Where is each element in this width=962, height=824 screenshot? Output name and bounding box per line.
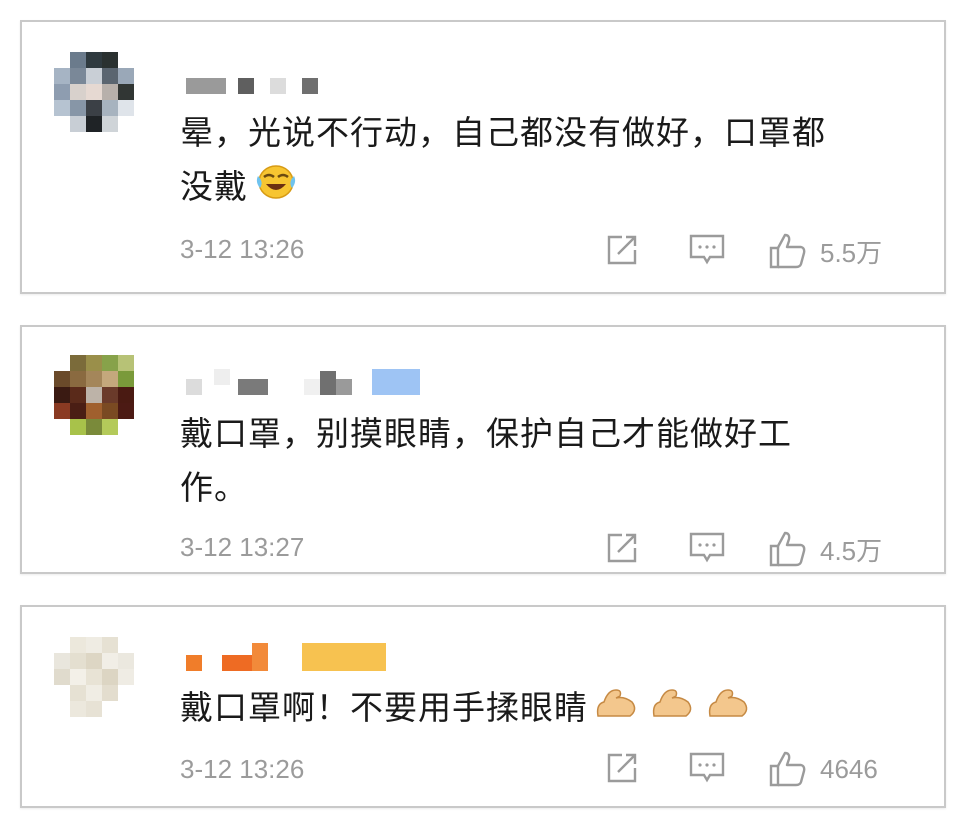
share-button[interactable] (604, 530, 640, 566)
comment-line-2-text: 没戴 (180, 167, 248, 206)
timestamp: 3-12 13:27 (180, 532, 305, 562)
action-bar: 5.5万 (604, 232, 914, 272)
comment-card-3: 戴口罩啊！不要用手揉眼睛 3-12 13:26 4646 (20, 605, 946, 808)
share-icon (607, 753, 637, 783)
comment-line-2: 没戴 (180, 160, 904, 217)
timestamp: 3-12 13:26 (180, 234, 305, 264)
like-button[interactable]: 5.5万 (768, 232, 882, 270)
like-count: 5.5万 (820, 237, 883, 268)
like-button[interactable]: 4.5万 (768, 530, 882, 568)
comment-button[interactable] (688, 750, 726, 786)
action-bar: 4.5万 (604, 530, 914, 570)
comment-icon (689, 752, 725, 783)
action-bar: 4646 (604, 750, 914, 790)
comment-line-1: 晕，光说不行动，自己都没有做好，口罩都 (180, 113, 826, 152)
share-button[interactable] (604, 232, 640, 268)
comment-line-1: 戴口罩，别摸眼睛，保护自己才能做好工 (180, 414, 792, 453)
comment-card-1: 晕，光说不行动，自己都没有做好，口罩都 没戴 3-12 13:26 5.5万 (20, 20, 946, 294)
comment-icon (689, 532, 725, 563)
share-icon (607, 533, 637, 563)
comment-line-1: 戴口罩啊！不要用手揉眼睛 (180, 688, 588, 727)
thumbs-up-icon (769, 531, 806, 567)
like-button[interactable]: 4646 (768, 750, 878, 788)
flexed-biceps-emoji (594, 682, 758, 738)
like-count: 4.5万 (820, 535, 883, 566)
avatar[interactable] (54, 52, 134, 132)
laughing-crying-emoji (254, 161, 298, 217)
share-icon (607, 235, 637, 265)
comment-card-2: 戴口罩，别摸眼睛，保护自己才能做好工 作。 3-12 13:27 4.5万 (20, 325, 946, 574)
comment-text: 戴口罩啊！不要用手揉眼睛 (180, 681, 904, 738)
comment-text: 戴口罩，别摸眼睛，保护自己才能做好工 作。 (180, 407, 904, 515)
comment-text: 晕，光说不行动，自己都没有做好，口罩都 没戴 (180, 106, 904, 217)
timestamp: 3-12 13:26 (180, 754, 305, 784)
comment-icon (689, 234, 725, 265)
like-count: 4646 (820, 753, 878, 784)
avatar[interactable] (54, 355, 134, 435)
comment-button[interactable] (688, 530, 726, 566)
thumbs-up-icon (769, 233, 806, 269)
share-button[interactable] (604, 750, 640, 786)
comment-button[interactable] (688, 232, 726, 268)
comment-line-2: 作。 (180, 468, 248, 507)
thumbs-up-icon (769, 751, 806, 787)
avatar[interactable] (54, 637, 134, 717)
